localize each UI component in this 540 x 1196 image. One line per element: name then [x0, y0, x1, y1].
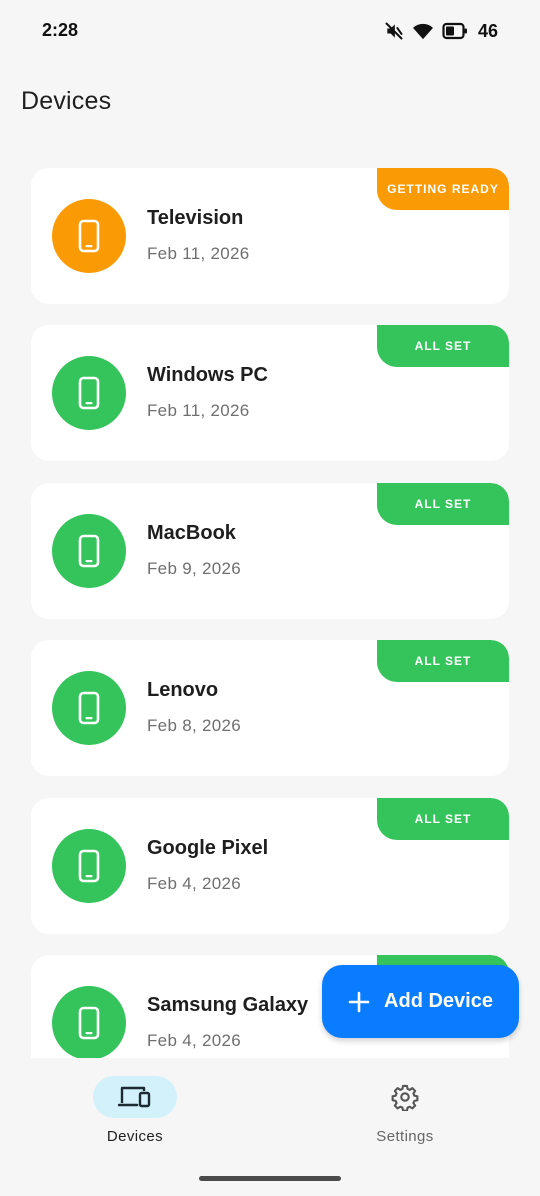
device-name: Television: [147, 207, 244, 229]
plus-icon: [348, 991, 370, 1012]
nav-item-settings[interactable]: Settings: [315, 1076, 495, 1156]
phone-icon: [78, 691, 100, 725]
device-card[interactable]: MacBook Feb 9, 2026 ALL SET: [31, 483, 509, 619]
device-name: Lenovo: [147, 679, 219, 701]
add-device-label: Add Device: [384, 990, 493, 1012]
nav-icon-container: [363, 1076, 447, 1118]
nav-label-settings: Settings: [376, 1128, 434, 1145]
device-name: Google Pixel: [147, 837, 269, 859]
device-avatar: [52, 671, 126, 745]
phone-icon: [78, 849, 100, 883]
device-date: Feb 9, 2026: [147, 559, 242, 578]
device-name: Samsung Galaxy: [147, 994, 309, 1016]
device-avatar: [52, 514, 126, 588]
device-date: Feb 4, 2026: [147, 874, 242, 893]
status-badge: ALL SET: [377, 325, 509, 367]
status-badge: ALL SET: [377, 640, 509, 682]
device-card[interactable]: Google Pixel Feb 4, 2026 ALL SET: [31, 798, 509, 934]
device-avatar: [52, 986, 126, 1058]
device-card[interactable]: Television Feb 11, 2026 GETTING READY: [31, 168, 509, 304]
device-name: Windows PC: [147, 364, 268, 386]
device-date: Feb 4, 2026: [147, 1031, 242, 1050]
devices-icon: [118, 1086, 151, 1108]
device-date: Feb 11, 2026: [147, 401, 250, 420]
nav-label-devices: Devices: [106, 1128, 164, 1145]
device-name: MacBook: [147, 522, 236, 544]
device-avatar: [52, 356, 126, 430]
phone-icon: [78, 219, 100, 253]
nav-active-pill: [93, 1076, 177, 1118]
status-badge: ALL SET: [377, 798, 509, 840]
device-date: Feb 8, 2026: [147, 716, 242, 735]
device-date: Feb 11, 2026: [147, 244, 250, 263]
home-indicator[interactable]: [199, 1176, 341, 1181]
phone-icon: [78, 1006, 100, 1040]
device-avatar: [52, 199, 126, 273]
add-device-button[interactable]: Add Device: [322, 965, 519, 1038]
device-card[interactable]: Lenovo Feb 8, 2026 ALL SET: [31, 640, 509, 776]
device-list: Television Feb 11, 2026 GETTING READY Wi…: [0, 0, 540, 1058]
phone-icon: [78, 534, 100, 568]
status-badge: GETTING READY: [377, 168, 509, 210]
device-card[interactable]: Windows PC Feb 11, 2026 ALL SET: [31, 325, 509, 461]
nav-item-devices[interactable]: Devices: [45, 1076, 225, 1156]
phone-icon: [78, 376, 100, 410]
status-badge: ALL SET: [377, 483, 509, 525]
gear-icon: [391, 1084, 419, 1111]
device-avatar: [52, 829, 126, 903]
